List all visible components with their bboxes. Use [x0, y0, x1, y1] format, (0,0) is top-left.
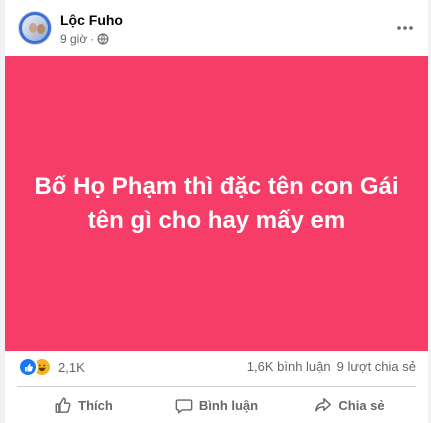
more-icon [397, 26, 413, 30]
comment-count[interactable]: 1,6K bình luận [247, 359, 331, 374]
thumbs-up-icon [55, 397, 71, 413]
banner-line-1: Bố Họ Phạm thì đặc tên con Gái [34, 172, 399, 200]
haha-icon [34, 359, 50, 375]
post-card: Lộc Fuho 9 giờ · Bố Họ Phạm thì đặc tên … [5, 0, 428, 423]
post-actions: Thích Bình luận Chia sẻ [17, 386, 416, 423]
post-header: Lộc Fuho 9 giờ · [5, 0, 428, 56]
banner-line-2: tên gì cho hay mấy em [87, 206, 346, 234]
like-button[interactable]: Thích [17, 387, 150, 423]
post-banner[interactable]: Bố Họ Phạm thì đặc tên con Gái tên gì ch… [5, 56, 428, 351]
share-label: Chia sẻ [338, 397, 385, 413]
like-icon [20, 359, 36, 375]
like-label: Thích [78, 397, 113, 413]
post-meta: 9 giờ · [60, 32, 109, 46]
reaction-count: 2,1K [58, 359, 85, 375]
post-stats: 2,1K 1,6K bình luận 9 lượt chia sẻ [5, 356, 428, 380]
comment-label: Bình luận [198, 397, 259, 413]
author-name[interactable]: Lộc Fuho [60, 12, 123, 28]
avatar[interactable] [19, 12, 51, 44]
share-button[interactable]: Chia sẻ [283, 387, 416, 423]
share-icon [315, 397, 332, 412]
comment-button[interactable]: Bình luận [150, 387, 283, 423]
comment-icon [175, 399, 193, 414]
share-count[interactable]: 9 lượt chia sẻ [337, 359, 416, 374]
more-options-button[interactable] [390, 13, 420, 43]
meta-separator: · [90, 32, 95, 46]
reactions-summary[interactable]: 2,1K [20, 359, 85, 375]
engagement-counts: 1,6K bình luận 9 lượt chia sẻ [247, 359, 416, 374]
post-time[interactable]: 9 giờ [60, 32, 87, 46]
globe-icon[interactable] [97, 33, 109, 45]
